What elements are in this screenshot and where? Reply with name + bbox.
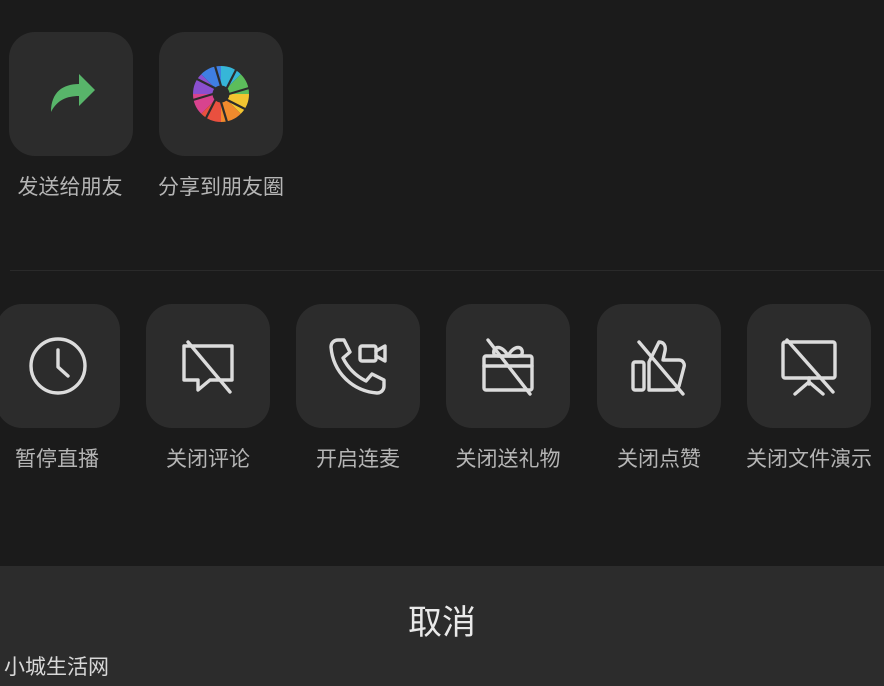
close-comments-label: 关闭评论 [166, 447, 250, 471]
send-to-friend-label: 发送给朋友 [17, 175, 123, 199]
close-gifts-label: 关闭送礼物 [455, 447, 561, 471]
enable-co-host-button[interactable] [296, 304, 420, 428]
close-file-presentation-button[interactable] [747, 304, 871, 428]
close-gifts-button[interactable] [446, 304, 570, 428]
comment-off-icon [182, 340, 234, 394]
presentation-off-icon [781, 338, 837, 396]
send-to-friend-button[interactable] [9, 32, 133, 156]
close-comments-button[interactable] [146, 304, 270, 428]
divider [10, 270, 884, 271]
pause-live-label: 暂停直播 [15, 447, 99, 471]
close-likes-label: 关闭点赞 [617, 447, 701, 471]
moments-aperture-icon [192, 65, 250, 123]
cancel-label: 取消 [408, 603, 476, 643]
share-arrow-icon [51, 74, 95, 112]
gift-off-icon [482, 338, 534, 396]
enable-co-host-label: 开启连麦 [316, 447, 400, 471]
share-to-moments-label: 分享到朋友圈 [158, 175, 284, 199]
share-to-moments-button[interactable] [159, 32, 283, 156]
action-sheet: 发送给朋友 分享到朋友圈 暂停直播 关闭评论 开启连麦 关闭送礼物 关闭点赞 关… [0, 0, 884, 686]
close-likes-button[interactable] [597, 304, 721, 428]
watermark: 小城生活网 [4, 655, 109, 679]
clock-icon [29, 337, 87, 395]
phone-video-icon [329, 338, 387, 395]
pause-live-button[interactable] [0, 304, 120, 428]
close-file-presentation-label: 关闭文件演示 [746, 447, 872, 471]
like-off-icon [631, 340, 686, 396]
